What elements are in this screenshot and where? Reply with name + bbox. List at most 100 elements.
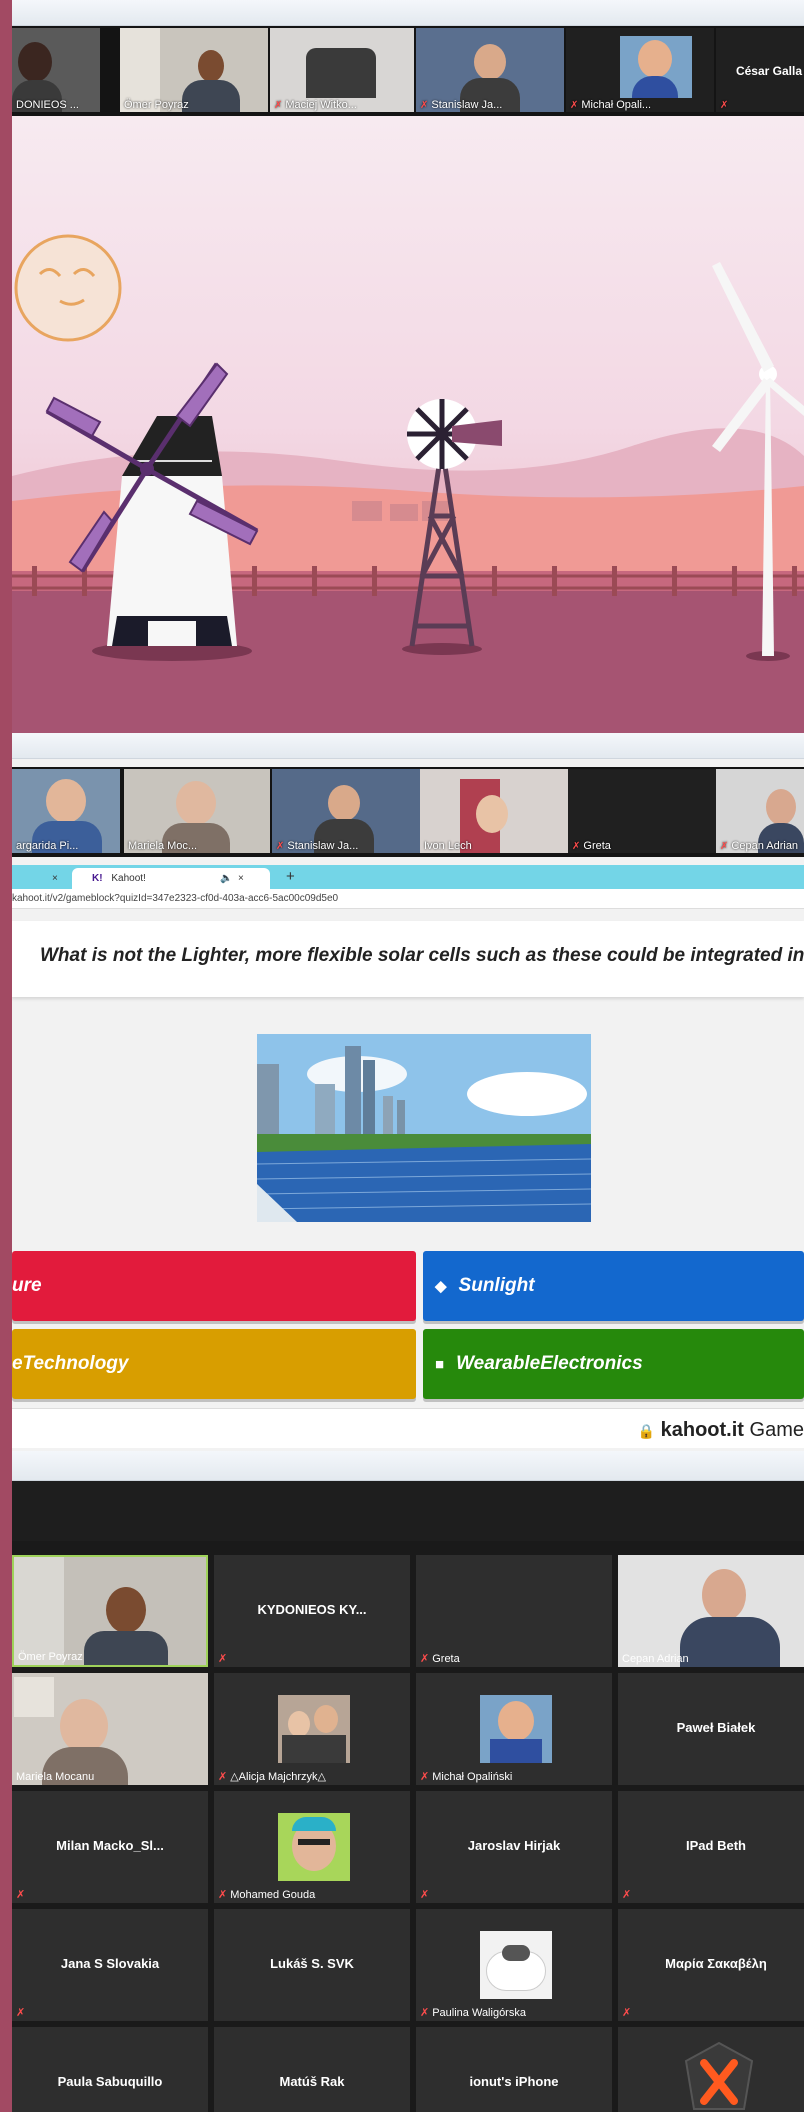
participant-tile[interactable]: ✗ Stanislaw Ja... <box>272 769 420 853</box>
mic-off-icon: ✗ <box>276 841 285 852</box>
participant-strip: DONIEOS ... Ömer Poyraz ✗ Maciej Witko...… <box>12 26 804 116</box>
mic-off-icon: ✗ <box>420 2007 430 2019</box>
question-image <box>257 1034 591 1222</box>
answer-blue[interactable]: ◆ Sunlight <box>423 1251 804 1321</box>
close-tab-icon[interactable]: × <box>52 868 58 889</box>
kahoot-favicon-icon: K! <box>92 873 103 884</box>
lock-icon: 🔒 <box>637 1423 656 1439</box>
mic-off-icon: ✗ <box>720 100 729 111</box>
participant-name: Mariela Mocanu <box>16 1771 95 1783</box>
participant-photo <box>480 1695 552 1763</box>
participant-name: ✗ Greta <box>572 840 611 852</box>
gallery-tile[interactable]: Mariela Mocanu <box>12 1673 208 1785</box>
participant-tile[interactable]: Ivon Lech <box>420 769 568 853</box>
participant-name: Cepan Adrian <box>622 1653 689 1665</box>
kahoot-footer: 🔒 kahoot.it Game <box>12 1408 804 1448</box>
participant-tile[interactable]: Ömer Poyraz <box>120 28 268 112</box>
participant-name: DONIEOS ... <box>16 99 79 111</box>
participant-tile[interactable]: ✗ Maciej Witko... <box>270 28 414 112</box>
participant-name: Μαρία Σακαβέλη <box>665 1956 767 1971</box>
answer-text: eTechnology <box>12 1353 129 1374</box>
participant-tile[interactable]: ✗ Greta <box>568 769 716 853</box>
new-tab-button[interactable]: + <box>286 868 295 889</box>
participant-name: Milan Macko_Sl... <box>56 1838 164 1853</box>
gallery-tile[interactable]: ✗ Paulina Waligórska <box>416 1909 612 2021</box>
participant-name: Ömer Poyraz <box>124 99 189 111</box>
gallery-tile[interactable]: Paula Sabuquillo <box>12 2027 208 2112</box>
mic-off-icon: ✗ <box>622 1889 632 1901</box>
tab-title: Kahoot! <box>111 873 146 884</box>
answer-yellow[interactable]: eTechnology <box>12 1329 416 1399</box>
participant-tile[interactable]: Mariela Moc... <box>124 769 270 853</box>
tab-kahoot[interactable]: K! Kahoot! 🔈 × <box>72 868 270 889</box>
window-top-bar <box>12 733 804 759</box>
gallery-tile[interactable]: ✗ Mohamed Gouda <box>214 1791 410 1903</box>
gallery-tile[interactable]: Paweł Białek <box>618 1673 804 1785</box>
participant-name: ✗ Stanislaw Ja... <box>276 840 359 852</box>
participant-tile[interactable]: DONIEOS ... <box>12 28 100 112</box>
gallery-tile[interactable]: Lukáš S. SVK <box>214 1909 410 2021</box>
gallery-tile[interactable]: KYDONIEOS KY... ✗ <box>214 1555 410 1667</box>
participant-tile[interactable]: ✗ Michał Opali... <box>566 28 714 112</box>
speaker-icon[interactable]: 🔈 <box>220 868 232 889</box>
gallery-tile[interactable]: Μαρία Σακαβέλη ✗ <box>618 1909 804 2021</box>
question-text: What is not the Lighter, more flexible s… <box>40 945 804 966</box>
participant-tile[interactable]: argarida Pi... <box>12 769 120 853</box>
gallery-tile[interactable]: Jaroslav Hirjak ✗ <box>416 1791 612 1903</box>
participant-name: Paula Sabuquillo <box>57 2074 163 2089</box>
gallery-tile[interactable]: Ömer Poyraz <box>12 1555 208 1667</box>
answer-text: WearableElectronics <box>456 1353 643 1374</box>
windmill-illustration <box>12 116 804 733</box>
mic-off-icon: ✗ <box>720 841 729 852</box>
answer-green[interactable]: ■ WearableElectronics <box>423 1329 804 1399</box>
participant-strip: argarida Pi... Mariela Moc... ✗ Stanislaw… <box>12 767 804 857</box>
gallery-tile[interactable]: Cepan Adrian <box>618 1555 804 1667</box>
participant-name: Matúš Rak <box>279 2074 345 2089</box>
gallery-tile[interactable]: IPad Beth ✗ <box>618 1791 804 1903</box>
x-logo-icon <box>684 2041 754 2110</box>
kahoot-brand: kahoot.it <box>660 1419 744 1441</box>
participant-mic: ✗ <box>622 1888 634 1901</box>
mic-off-icon: ✗ <box>218 1771 228 1783</box>
gallery-tile[interactable]: Matúš Rak <box>214 2027 410 2112</box>
mic-off-icon: ✗ <box>16 2007 26 2019</box>
zoom-screenshot-windmills: DONIEOS ... Ömer Poyraz ✗ Maciej Witko...… <box>12 0 804 733</box>
diamond-icon: ◆ <box>435 1278 447 1295</box>
participant-name: argarida Pi... <box>16 840 79 852</box>
participant-tile[interactable]: César Galla ✗ <box>716 28 804 112</box>
browser-tab-bar: × K! Kahoot! 🔈 × + <box>12 865 804 889</box>
participant-name: Jaroslav Hirjak <box>467 1838 561 1853</box>
gallery-tile[interactable]: ✗ △Alicja Majchrzyk△ <box>214 1673 410 1785</box>
close-icon[interactable]: × <box>238 868 244 889</box>
participant-mic: ✗ <box>218 1652 230 1665</box>
sun <box>14 234 122 342</box>
zoom-screenshot-kahoot: argarida Pi... Mariela Moc... ✗ Stanislaw… <box>12 733 804 1451</box>
mic-off-icon: ✗ <box>570 100 579 111</box>
participant-mic: ✗ <box>622 2006 634 2019</box>
gallery-tile[interactable]: ✗ Michał Opaliński <box>416 1673 612 1785</box>
answer-red[interactable]: ure <box>12 1251 416 1321</box>
gallery-tile[interactable]: ionut's iPhone <box>416 2027 612 2112</box>
participant-tile[interactable]: ✗ Stanislaw Ja... <box>416 28 564 112</box>
gallery-tile[interactable]: Milan Macko_Sl... ✗ <box>12 1791 208 1903</box>
answer-text: ure <box>12 1275 42 1296</box>
participant-name: Jana S Slovakia <box>60 1956 160 1971</box>
square-icon: ■ <box>435 1356 445 1373</box>
window-top-bar <box>12 1451 804 1481</box>
gallery-tile[interactable]: ✗ Greta <box>416 1555 612 1667</box>
participant-name: Mariela Moc... <box>128 840 198 852</box>
address-bar[interactable]: kahoot.it/v2/gameblock?quizId=347e2323-c… <box>12 889 804 909</box>
participant-photo <box>278 1813 350 1881</box>
gallery-tile[interactable] <box>618 2027 804 2112</box>
participant-tile[interactable]: ✗ Cepan Adrian <box>716 769 804 853</box>
mic-off-icon: ✗ <box>572 841 581 852</box>
mic-off-icon: ✗ <box>622 2007 632 2019</box>
gallery-tile[interactable]: Jana S Slovakia ✗ <box>12 1909 208 2021</box>
participant-name: ✗ Greta <box>420 1653 460 1665</box>
participant-mic: ✗ <box>16 2006 28 2019</box>
mic-off-icon: ✗ <box>274 100 283 111</box>
participant-mic: ✗ <box>16 1888 28 1901</box>
mic-off-icon: ✗ <box>218 1653 228 1665</box>
participant-name: Ivon Lech <box>424 840 472 852</box>
participant-name: KYDONIEOS KY... <box>257 1602 367 1617</box>
